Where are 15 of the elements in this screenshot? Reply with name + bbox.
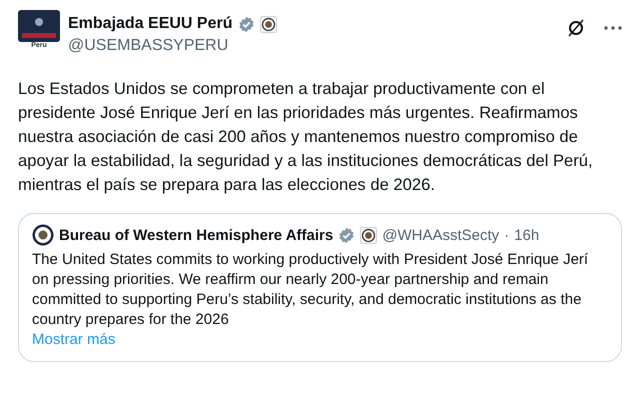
seal-icon xyxy=(260,16,276,32)
quoted-account-handle[interactable]: @WHAAsstSecty xyxy=(382,226,500,244)
account-handle[interactable]: @USEMBASSYPERU xyxy=(68,37,276,55)
grok-icon[interactable] xyxy=(566,18,586,38)
post-time[interactable]: 16h xyxy=(514,226,540,244)
quoted-text: The United States commits to working productively with President José Enrique Jerí on pressing priorities. We reaffirm our nearly 200-year partnership and remain committed to supporting Peru’s stability, security, and democratic institutions as the country prepares for the 2026 xyxy=(32,250,590,330)
seal-avatar-icon xyxy=(32,224,54,246)
post-text: Los Estados Unidos se comprometen a trabajar productivamente con el presidente José Enrique Jerí en las prioridades más urgentes. Reafirmamos nuestra asociación de casi 200 años y mantenemos nuestro compromiso de apoyar la estabilidad, la seguridad y a las instituciones democráticas del Perú, mientras el país se prepara para las elecciones de 2026. xyxy=(18,78,594,196)
quoted-account-name[interactable]: Bureau of Western Hemisphere Affairs xyxy=(59,226,334,244)
account-name[interactable]: Embajada EEUU Perú xyxy=(68,15,232,33)
separator: · xyxy=(504,226,510,244)
seal-icon xyxy=(360,226,378,244)
embassy-logo xyxy=(18,10,60,42)
more-options-icon[interactable] xyxy=(604,26,622,30)
quoted-post[interactable] xyxy=(18,213,622,362)
